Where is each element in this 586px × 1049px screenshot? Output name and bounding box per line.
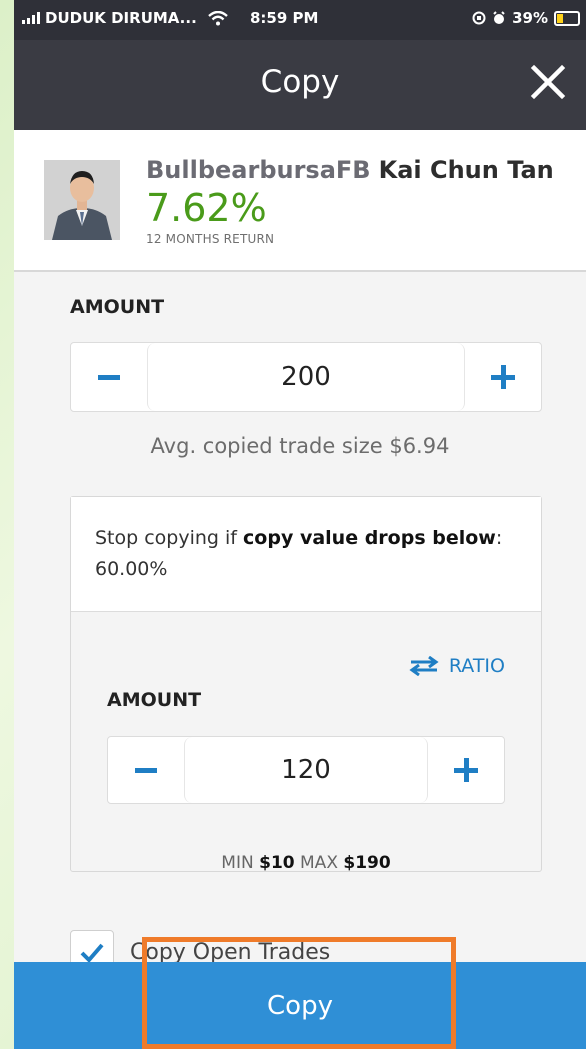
amount-label: AMOUNT: [70, 296, 165, 318]
stop-loss-stepper: 120: [107, 736, 505, 804]
stop-loss-increase-button[interactable]: [428, 737, 504, 803]
page-title: Copy: [260, 64, 340, 100]
avatar-photo: [44, 160, 120, 240]
signal-icon: [22, 12, 40, 24]
avg-trade-size: Avg. copied trade size $6.94: [150, 434, 450, 458]
stop-loss-range: MIN $10 MAX $190: [71, 853, 541, 873]
swap-arrows-icon: [409, 656, 439, 676]
plus-icon: [491, 365, 515, 389]
trader-full-name: Kai Chun Tan: [378, 156, 554, 184]
clock: 8:59 PM: [250, 9, 319, 27]
trader-name[interactable]: BullbearbursaFB Kai Chun Tan: [146, 156, 554, 184]
return-value: 7.62%: [146, 186, 267, 230]
status-bar: DUDUK DIRUMA... 8:59 PM 39%: [14, 0, 586, 40]
close-button[interactable]: [528, 62, 568, 102]
amount-stepper: 200: [70, 342, 542, 412]
close-icon: [530, 64, 566, 100]
plus-icon: [454, 758, 478, 782]
carrier-name: DUDUK DIRUMA...: [45, 9, 197, 27]
return-label: 12 MONTHS RETURN: [146, 232, 275, 246]
ratio-label: RATIO: [448, 655, 505, 677]
copy-button-label: Copy: [267, 990, 333, 1021]
trader-profile: BullbearbursaFB Kai Chun Tan 7.62% 12 MON…: [14, 130, 586, 272]
wifi-icon: [207, 10, 228, 25]
battery-icon: [554, 10, 580, 26]
header-bar: Copy: [14, 40, 586, 130]
max-label: MAX: [300, 853, 338, 873]
min-label: MIN: [221, 853, 254, 873]
stop-loss-text: Stop copying if copy value drops below: …: [95, 523, 515, 585]
battery-percent: 39%: [512, 9, 548, 27]
screen-lock-icon: [472, 11, 486, 25]
minus-icon: [98, 374, 120, 380]
stop-loss-prefix: Stop copying if: [95, 527, 244, 549]
alarm-icon: [493, 11, 505, 24]
stop-loss-condition: copy value drops below: [243, 527, 496, 549]
amount-decrease-button[interactable]: [71, 343, 147, 411]
stop-loss-amount-label: AMOUNT: [107, 689, 202, 711]
avatar: [44, 160, 120, 240]
status-indicators: 39%: [472, 9, 580, 27]
amount-input[interactable]: 200: [147, 343, 465, 411]
stop-loss-summary: Stop copying if copy value drops below: …: [71, 497, 541, 612]
stop-loss-card: Stop copying if copy value drops below: …: [70, 496, 542, 873]
max-value: $190: [343, 853, 391, 873]
carrier-info: DUDUK DIRUMA...: [22, 9, 228, 27]
amount-increase-button[interactable]: [465, 343, 541, 411]
stop-loss-decrease-button[interactable]: [108, 737, 184, 803]
copy-button[interactable]: Copy: [14, 962, 586, 1049]
trader-username: BullbearbursaFB: [146, 156, 371, 184]
minus-icon: [135, 767, 157, 773]
min-value: $10: [259, 853, 295, 873]
ratio-toggle[interactable]: RATIO: [409, 655, 505, 677]
checkmark-icon: [80, 943, 104, 963]
copy-open-trades-label: Copy Open Trades: [130, 939, 331, 965]
app-screen: DUDUK DIRUMA... 8:59 PM 39% Copy Bullbea…: [14, 0, 586, 1049]
stop-loss-amount-input[interactable]: 120: [184, 737, 428, 803]
